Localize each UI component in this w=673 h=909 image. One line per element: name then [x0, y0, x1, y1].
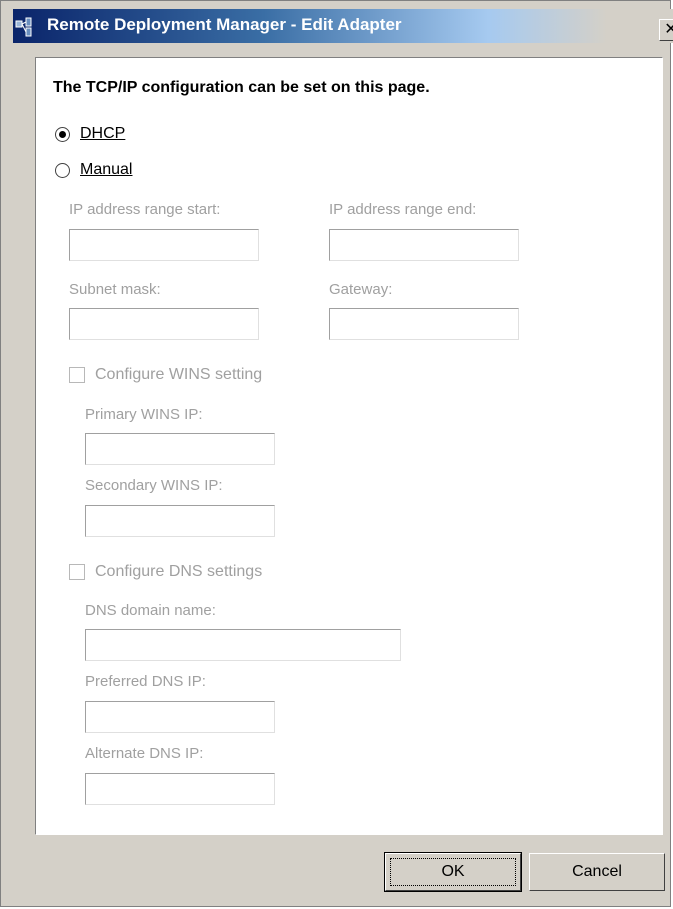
close-icon: ✕ — [664, 21, 673, 38]
cancel-button[interactable]: Cancel — [529, 853, 665, 891]
configure-wins-checkbox[interactable] — [69, 367, 85, 383]
dns-domain-name-input[interactable] — [85, 629, 401, 661]
focus-rectangle — [390, 858, 516, 886]
configure-dns-label[interactable]: Configure DNS settings — [95, 563, 262, 581]
configure-wins-option[interactable]: Configure WINS setting — [69, 366, 262, 384]
page-heading: The TCP/IP configuration can be set on t… — [53, 79, 430, 96]
dhcp-label[interactable]: DHCP — [80, 125, 125, 143]
dhcp-radio[interactable] — [55, 126, 70, 142]
network-app-icon — [15, 17, 32, 37]
secondary-wins-input[interactable] — [85, 505, 275, 537]
preferred-dns-input[interactable] — [85, 701, 275, 733]
window-title: Remote Deployment Manager - Edit Adapter — [47, 15, 402, 34]
dhcp-option[interactable]: DHCP — [55, 125, 125, 143]
manual-radio[interactable] — [55, 162, 70, 178]
preferred-dns-label: Preferred DNS IP: — [85, 673, 206, 690]
close-button[interactable]: ✕ — [659, 19, 673, 41]
secondary-wins-label: Secondary WINS IP: — [85, 477, 223, 494]
alternate-dns-label: Alternate DNS IP: — [85, 745, 204, 762]
gateway-label: Gateway: — [329, 281, 393, 298]
ok-button[interactable]: OK — [384, 852, 522, 892]
primary-wins-input[interactable] — [85, 433, 275, 465]
configure-dns-checkbox[interactable] — [69, 564, 85, 580]
configure-wins-label[interactable]: Configure WINS setting — [95, 366, 262, 384]
gateway-input[interactable] — [329, 308, 519, 340]
manual-label[interactable]: Manual — [80, 161, 132, 179]
edit-adapter-dialog: Remote Deployment Manager - Edit Adapter… — [0, 0, 673, 907]
ip-range-end-label: IP address range end: — [329, 201, 477, 218]
alternate-dns-input[interactable] — [85, 773, 275, 805]
configure-dns-option[interactable]: Configure DNS settings — [69, 563, 262, 581]
subnet-mask-label: Subnet mask: — [69, 281, 161, 298]
title-bar[interactable]: Remote Deployment Manager - Edit Adapter… — [13, 9, 673, 43]
primary-wins-label: Primary WINS IP: — [85, 406, 203, 423]
ip-range-end-input[interactable] — [329, 229, 519, 261]
manual-option[interactable]: Manual — [55, 161, 132, 179]
dns-domain-name-label: DNS domain name: — [85, 602, 216, 619]
ip-range-start-input[interactable] — [69, 229, 259, 261]
subnet-mask-input[interactable] — [69, 308, 259, 340]
cancel-button-label: Cancel — [572, 863, 622, 880]
ip-range-start-label: IP address range start: — [69, 201, 221, 218]
